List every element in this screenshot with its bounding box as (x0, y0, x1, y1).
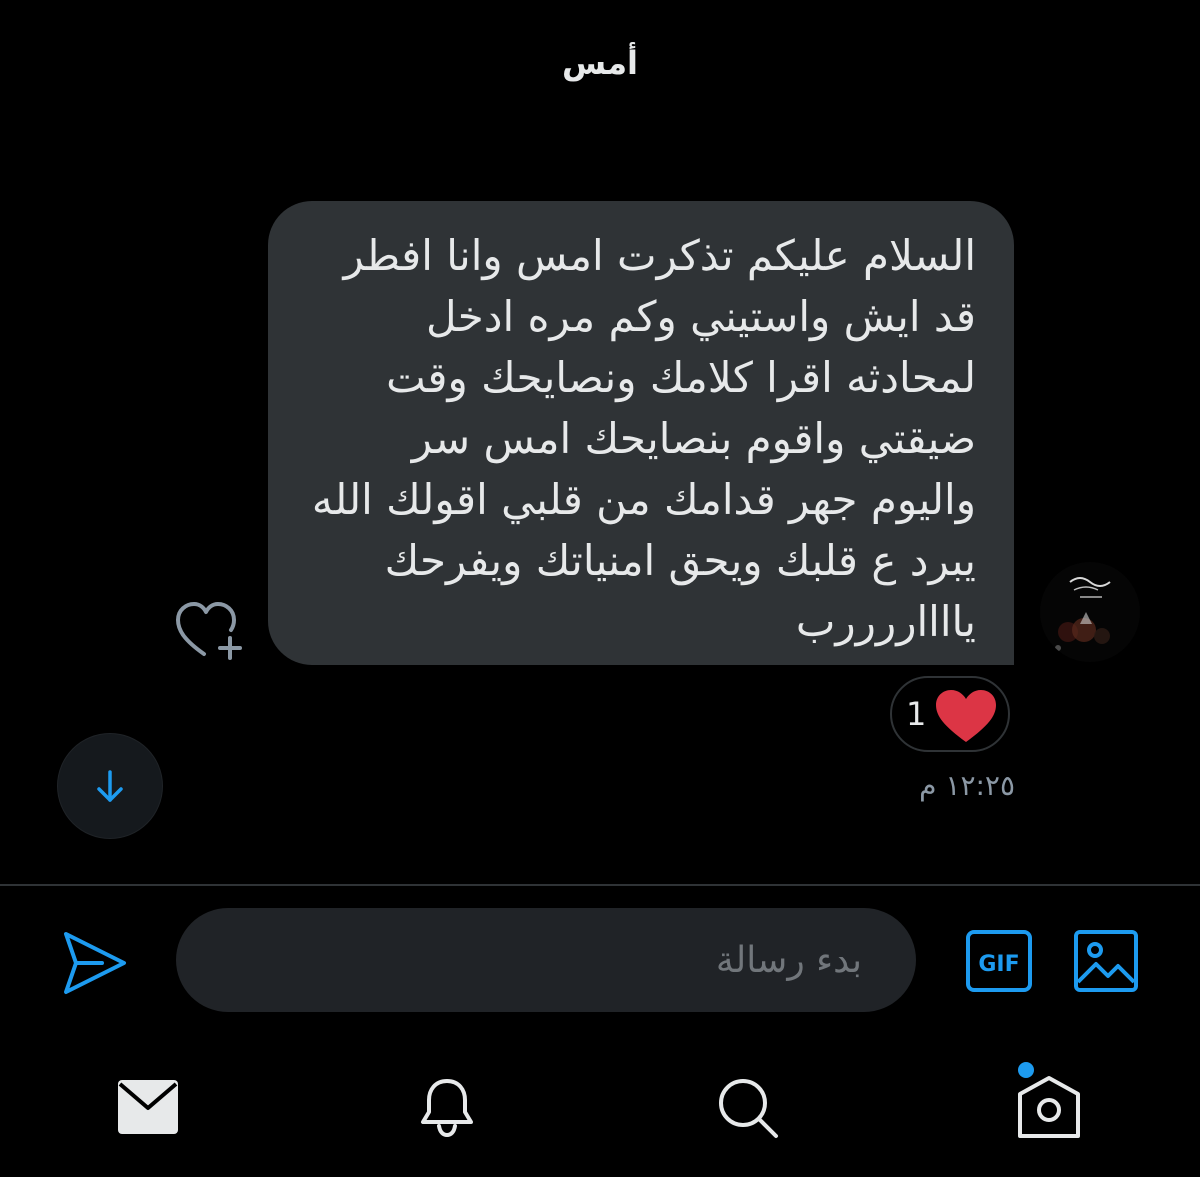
message-bubble[interactable]: السلام عليكم تذكرت امس وانا افطر قد ايش … (268, 201, 1014, 665)
message-line: واليوم جهر قدامك من قلبي اقولك الله (311, 475, 976, 524)
message-line: ضيقتي واقوم بنصايحك امس سر (411, 414, 976, 463)
day-separator: أمس (561, 44, 638, 82)
gif-icon: GIF (966, 930, 1032, 992)
scroll-to-bottom-button[interactable] (58, 734, 162, 838)
message-composer[interactable] (176, 908, 916, 1012)
gif-label: GIF (978, 952, 1019, 977)
gif-button[interactable]: GIF (966, 930, 1032, 992)
image-button[interactable] (1074, 930, 1138, 992)
message-line: السلام عليكم تذكرت امس وانا افطر (343, 231, 976, 280)
dm-conversation-screen: أمس السلام عليكم تذكرت امس وانا افطر قد … (0, 0, 1200, 1177)
message-line: يبرد ع قلبك ويحق امنياتك ويفرحك (384, 536, 976, 585)
send-button[interactable] (60, 928, 130, 998)
message-timestamp: ١٢:٢٥ م (919, 769, 1015, 802)
image-icon (1074, 930, 1138, 992)
mail-icon (118, 1080, 178, 1134)
spaces-icon (1018, 1062, 1080, 1138)
arrow-down-icon (97, 770, 123, 802)
nav-search[interactable] (716, 1076, 780, 1140)
nav-messages[interactable] (116, 1078, 180, 1136)
sender-avatar[interactable] (1040, 562, 1140, 662)
message-line: قد ايش واستيني وكم مره ادخل (426, 292, 976, 341)
message-line: لمحادثه اقرا كلامك ونصايحك وقت (386, 353, 976, 402)
heart-plus-icon[interactable] (174, 598, 246, 662)
composer-divider (0, 884, 1200, 886)
search-icon (719, 1079, 778, 1138)
reaction-pill[interactable]: 1 (890, 676, 1010, 752)
message-input[interactable] (228, 938, 864, 982)
heart-icon (936, 690, 996, 742)
message-line: يااااررررب (795, 597, 976, 646)
nav-notifications[interactable] (416, 1076, 478, 1138)
avatar-image (1040, 562, 1140, 662)
send-icon (64, 932, 126, 994)
notification-dot (1018, 1062, 1034, 1078)
bell-icon (421, 1079, 473, 1138)
nav-spaces[interactable] (1014, 1060, 1084, 1140)
reaction-count: 1 (906, 695, 927, 733)
